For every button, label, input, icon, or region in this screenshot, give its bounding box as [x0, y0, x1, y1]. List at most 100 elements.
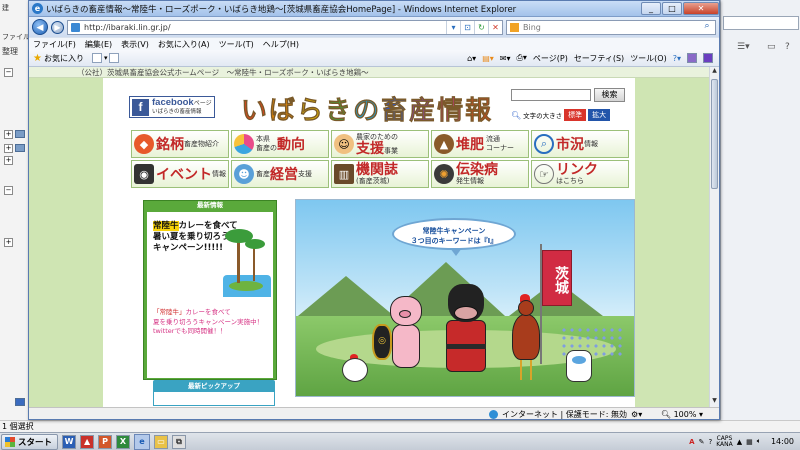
font-large-button[interactable]: 拡大 [588, 109, 611, 121]
menu-tools[interactable]: ツール(T) [219, 39, 254, 50]
refresh-icon[interactable]: ↻ [474, 20, 488, 34]
keyboard-status: CAPS KANA [716, 435, 733, 448]
nav-label: 市況 [556, 137, 584, 153]
search-icon[interactable]: ⌕ [699, 21, 715, 34]
ime-mode-icon[interactable]: A [689, 438, 694, 446]
home-icon[interactable]: ⌂▾ [467, 54, 476, 63]
site-title-char: き [325, 96, 354, 127]
menu-edit[interactable]: 編集(E) [85, 39, 112, 50]
nav-events[interactable]: ◉ イベント 情報 [131, 160, 229, 188]
bg-menu-file[interactable]: ファイル [2, 32, 29, 42]
feeds-icon[interactable]: ▤▾ [482, 54, 494, 63]
print-icon[interactable]: ⎙▾ [516, 53, 526, 63]
bg-toolbar-organize[interactable]: 整理 [2, 46, 18, 57]
tray-expand-icon[interactable]: ▲ [737, 438, 742, 446]
ie-title-bar[interactable]: e いばらきの畜産情報～常陸牛・ローズポーク・いばらき地鶏～[茨城県畜産協会Ho… [29, 1, 719, 17]
nav-trends[interactable]: 本県 畜産の 動向 [231, 130, 329, 158]
nav-links[interactable]: ☞ リンク はこちら [531, 160, 629, 188]
menu-file[interactable]: ファイル(F) [33, 39, 76, 50]
tree-expand-icon[interactable]: + [4, 144, 13, 153]
latest-news-panel: 最新情報 常陸牛カレーを食べて 暑い夏を乗り切ろう キャンペーン!!!!! 「常… [143, 200, 277, 380]
favorites-star-icon[interactable]: ★ [33, 53, 42, 64]
menu-view[interactable]: 表示(V) [121, 39, 149, 50]
search-box[interactable]: Bing ⌕ [506, 19, 716, 35]
volume-icon[interactable]: 🔈︎ [757, 437, 761, 446]
minimize-button[interactable]: _ [641, 2, 661, 15]
protected-mode-icon[interactable]: ⚙▾ [631, 410, 642, 419]
site-title[interactable]: いばらきの畜産情報 [241, 90, 493, 127]
nav-brands[interactable]: ◆ 銘柄 畜産物紹介 [131, 130, 229, 158]
taskview-icon[interactable]: ⧉ [172, 434, 187, 449]
news-caption[interactable]: 「常陸牛」カレーを食べて 夏を乗り切ろうキャンペーン実施中！ twitterでも… [153, 308, 271, 337]
addon-icon[interactable] [687, 53, 697, 63]
nav-market[interactable]: ⌕ 市況 情報 [531, 130, 629, 158]
excel-icon[interactable]: X [116, 434, 131, 449]
address-field[interactable]: http://ibaraki.lin.gr.jp/ ▾ ⊡ ↻ ✕ [67, 19, 503, 35]
ime-icon[interactable]: ✎ [699, 438, 705, 446]
powerpoint-icon[interactable]: P [98, 434, 113, 449]
scroll-up-icon[interactable]: ▲ [710, 67, 719, 77]
kana-indicator: KANA [716, 440, 733, 448]
nav-prelabel: 本県 [256, 135, 270, 143]
quick-tabs-dropdown-icon[interactable]: ▾ [104, 54, 108, 62]
facebook-page-button[interactable]: f facebookページ いばらきの畜産情報 [129, 96, 215, 118]
compat-view-icon[interactable]: ⊡ [460, 20, 474, 34]
page-menu[interactable]: ページ(P) [533, 53, 568, 64]
nav-management[interactable]: ☻ 畜産 経営 支援 [231, 160, 329, 188]
url-text[interactable]: http://ibaraki.lin.gr.jp/ [84, 23, 446, 32]
site-title-char: い [241, 96, 270, 127]
worker-icon: ☺ [334, 134, 354, 154]
forward-button[interactable]: ▶ [51, 20, 64, 34]
word-doc-icon[interactable] [15, 398, 25, 406]
close-button[interactable]: ✕ [683, 2, 719, 15]
maximize-button[interactable]: □ [662, 2, 682, 15]
address-dropdown-button[interactable]: ▾ [446, 20, 460, 34]
preview-pane-icon[interactable]: ▭ [767, 42, 776, 52]
start-button[interactable]: スタート [1, 433, 59, 450]
zoom-level[interactable]: 🔍︎ 100% ▾ [661, 410, 719, 419]
tree-expand-icon[interactable]: − [4, 186, 13, 195]
font-standard-button[interactable]: 標準 [564, 109, 587, 121]
window-title: いばらきの畜産情報～常陸牛・ローズポーク・いばらき地鶏～[茨城県畜産協会Home… [46, 4, 517, 15]
nav-bulletin[interactable]: ▥ 機関誌 (畜産茨城) [331, 160, 429, 188]
acrobat-icon[interactable]: ▲ [80, 434, 95, 449]
site-search-input[interactable] [511, 89, 591, 101]
help-icon[interactable]: ?▾ [673, 54, 681, 63]
onenote-icon[interactable] [703, 53, 713, 63]
scrollbar-thumb[interactable] [711, 79, 718, 189]
nav-support[interactable]: ☺ 農家のための 支援事業 [331, 130, 429, 158]
campaign-banner-image[interactable]: 常陸牛カレーを食べて 暑い夏を乗り切ろう キャンペーン!!!!! [149, 215, 271, 297]
help-tray-icon[interactable]: ? [708, 438, 712, 446]
nav-compost[interactable]: ▲ 堆肥 流通 コーナー [431, 130, 529, 158]
folder-icon[interactable]: ▭ [154, 434, 169, 449]
ie-taskbar-icon[interactable]: e [134, 433, 151, 450]
mail-icon[interactable]: ✉▾ [500, 54, 511, 63]
tree-expand-icon[interactable]: + [4, 156, 13, 165]
safety-menu[interactable]: セーフティ(S) [574, 53, 624, 64]
clock[interactable]: 14:00 [771, 437, 794, 446]
menu-help[interactable]: ヘルプ(H) [263, 39, 299, 50]
stop-icon[interactable]: ✕ [488, 20, 502, 34]
tree-expand-icon[interactable]: + [4, 130, 13, 139]
tree-expand-icon[interactable]: − [4, 68, 13, 77]
tools-menu[interactable]: ツール(O) [630, 53, 667, 64]
word-icon[interactable]: W [62, 434, 77, 449]
vertical-scrollbar[interactable]: ▲ ▼ [709, 67, 719, 407]
menu-favorites[interactable]: お気に入り(A) [158, 39, 210, 50]
back-button[interactable]: ◀ [32, 19, 48, 35]
bg-search-box[interactable] [723, 16, 799, 30]
network-icon[interactable]: ▦ [746, 438, 753, 446]
site-search-button[interactable]: 検索 [594, 88, 625, 102]
hero-banner[interactable]: 常陸牛キャンペーン ３つ目のキーワードは『I』 茨城 ◎ [295, 199, 635, 397]
web-page-viewport: （公社）茨城県畜産協会公式ホームページ ～常陸牛・ローズポーク・いばらき地鶏～ … [29, 67, 719, 407]
zoom-text: 100% [673, 409, 697, 419]
scroll-down-icon[interactable]: ▼ [710, 397, 719, 407]
quick-tabs-icon[interactable] [91, 53, 102, 63]
favorites-button[interactable]: お気に入り [44, 53, 84, 64]
farmer-icon: ☻ [234, 164, 254, 184]
view-options-icon[interactable]: ☰▾ [737, 42, 750, 52]
help-icon[interactable]: ? [785, 42, 790, 52]
nav-disease[interactable]: ✺ 伝染病 発生情報 [431, 160, 529, 188]
tree-expand-icon[interactable]: + [4, 238, 13, 247]
new-tab-icon[interactable] [109, 53, 120, 63]
